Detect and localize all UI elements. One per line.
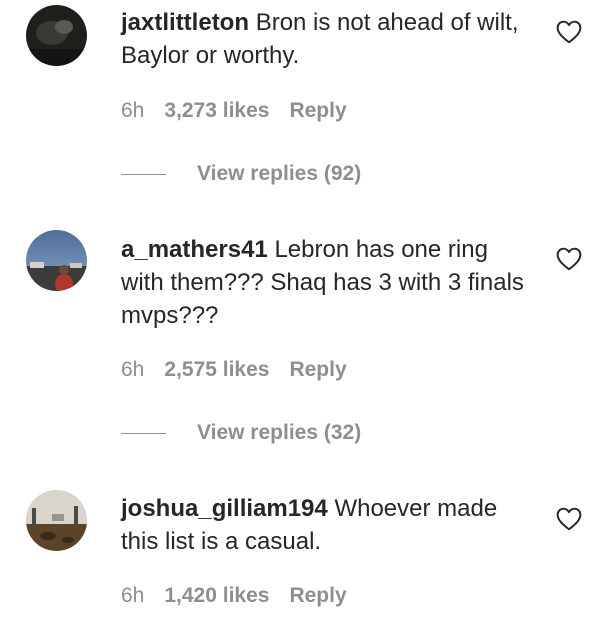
comment-username[interactable]: a_mathers41 [121,236,268,263]
comment-likes[interactable]: 3,273 likes [164,99,269,122]
comment-time[interactable]: 6h [121,584,144,607]
comment-likes[interactable]: 1,420 likes [164,584,269,607]
avatar[interactable] [26,490,87,551]
heart-outline-icon[interactable] [556,247,582,271]
comment-username[interactable]: joshua_gilliam194 [121,495,328,522]
reply-button[interactable]: Reply [289,584,346,607]
divider-line [121,173,166,175]
comment-meta: 6h 1,420 likes Reply [121,583,347,609]
comment-text: a_mathers41 Lebron has one ring with the… [121,233,531,332]
comment-text: jaxtlittleton Bron is not ahead of wilt,… [121,6,531,72]
view-replies-button[interactable]: View replies (32) [121,420,361,446]
avatar[interactable] [26,230,87,291]
comment-time[interactable]: 6h [121,99,144,122]
view-replies-label: View replies (32) [197,421,362,444]
divider-line [121,432,166,434]
comment-meta: 6h 3,273 likes Reply [121,98,347,124]
view-replies-button[interactable]: View replies (92) [121,161,361,187]
comment-time[interactable]: 6h [121,358,144,381]
heart-outline-icon[interactable] [556,507,582,531]
avatar[interactable] [26,5,87,66]
heart-outline-icon[interactable] [556,20,582,44]
comment-text: joshua_gilliam194 Whoever made this list… [121,492,531,558]
reply-button[interactable]: Reply [289,358,346,381]
comment-meta: 6h 2,575 likes Reply [121,357,347,383]
comment-username[interactable]: jaxtlittleton [121,9,249,36]
comment-likes[interactable]: 2,575 likes [164,358,269,381]
view-replies-label: View replies (92) [197,162,362,185]
reply-button[interactable]: Reply [289,99,346,122]
